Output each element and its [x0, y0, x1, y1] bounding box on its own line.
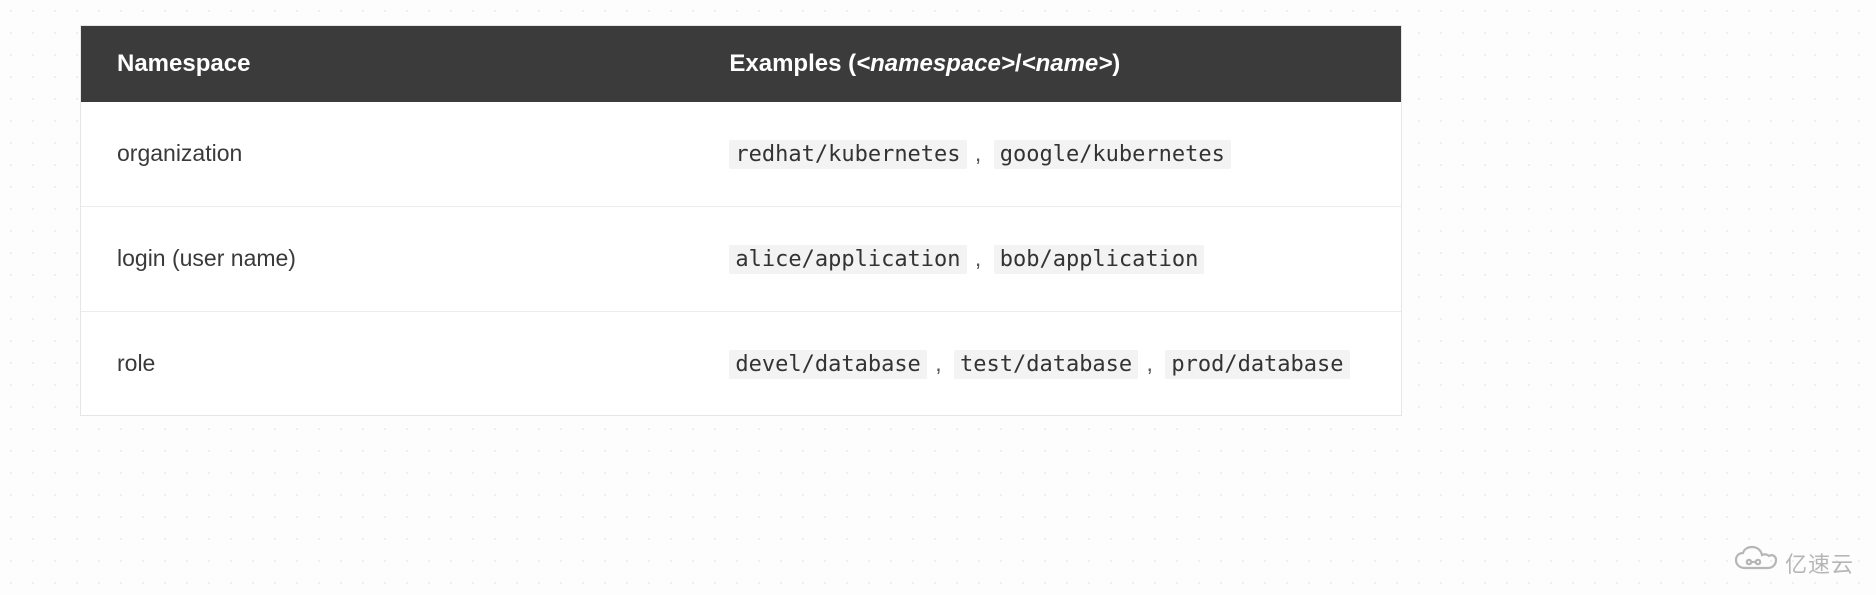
namespace-examples-table-container: Namespace Examples (<namespace>/<name>) … — [80, 25, 1402, 416]
namespace-text: role — [117, 350, 155, 376]
namespace-examples-table: Namespace Examples (<namespace>/<name>) … — [81, 26, 1401, 415]
table-row: role devel/database , test/database , pr… — [81, 311, 1401, 415]
table-body: organization redhat/kubernetes , google/… — [81, 102, 1401, 415]
cloud-logo-icon — [1733, 545, 1779, 581]
cell-namespace: organization — [81, 102, 693, 206]
example-code: bob/application — [994, 245, 1205, 274]
cell-examples: alice/application , bob/application — [693, 206, 1401, 311]
namespace-text: organization — [117, 140, 242, 166]
col-header-examples-ns: <namespace> — [856, 50, 1015, 77]
example-code: alice/application — [729, 245, 966, 274]
example-code: redhat/kubernetes — [729, 140, 966, 169]
watermark-text: 亿速云 — [1785, 547, 1854, 579]
cell-namespace: login (user name) — [81, 206, 693, 311]
col-header-examples-prefix: Examples ( — [729, 50, 856, 77]
table-row: login (user name) alice/application , bo… — [81, 206, 1401, 311]
separator: , — [927, 350, 954, 376]
col-header-examples-slash: / — [1015, 50, 1022, 77]
col-header-examples-name: <name> — [1022, 50, 1113, 77]
table-row: organization redhat/kubernetes , google/… — [81, 102, 1401, 206]
col-header-examples-suffix: ) — [1112, 50, 1120, 77]
col-header-namespace-text: Namespace — [117, 50, 250, 77]
col-header-namespace: Namespace — [81, 26, 693, 102]
cell-examples: redhat/kubernetes , google/kubernetes — [693, 102, 1401, 206]
separator: , — [967, 140, 994, 166]
separator: , — [1138, 350, 1165, 376]
example-code: google/kubernetes — [994, 140, 1231, 169]
example-code: test/database — [954, 350, 1138, 379]
example-code: prod/database — [1165, 350, 1349, 379]
separator: , — [967, 245, 994, 271]
table-header-row: Namespace Examples (<namespace>/<name>) — [81, 26, 1401, 102]
namespace-text: login (user name) — [117, 245, 296, 271]
watermark: 亿速云 — [1733, 545, 1854, 581]
cell-examples: devel/database , test/database , prod/da… — [693, 311, 1401, 415]
example-code: devel/database — [729, 350, 926, 379]
col-header-examples: Examples (<namespace>/<name>) — [693, 26, 1401, 102]
cell-namespace: role — [81, 311, 693, 415]
